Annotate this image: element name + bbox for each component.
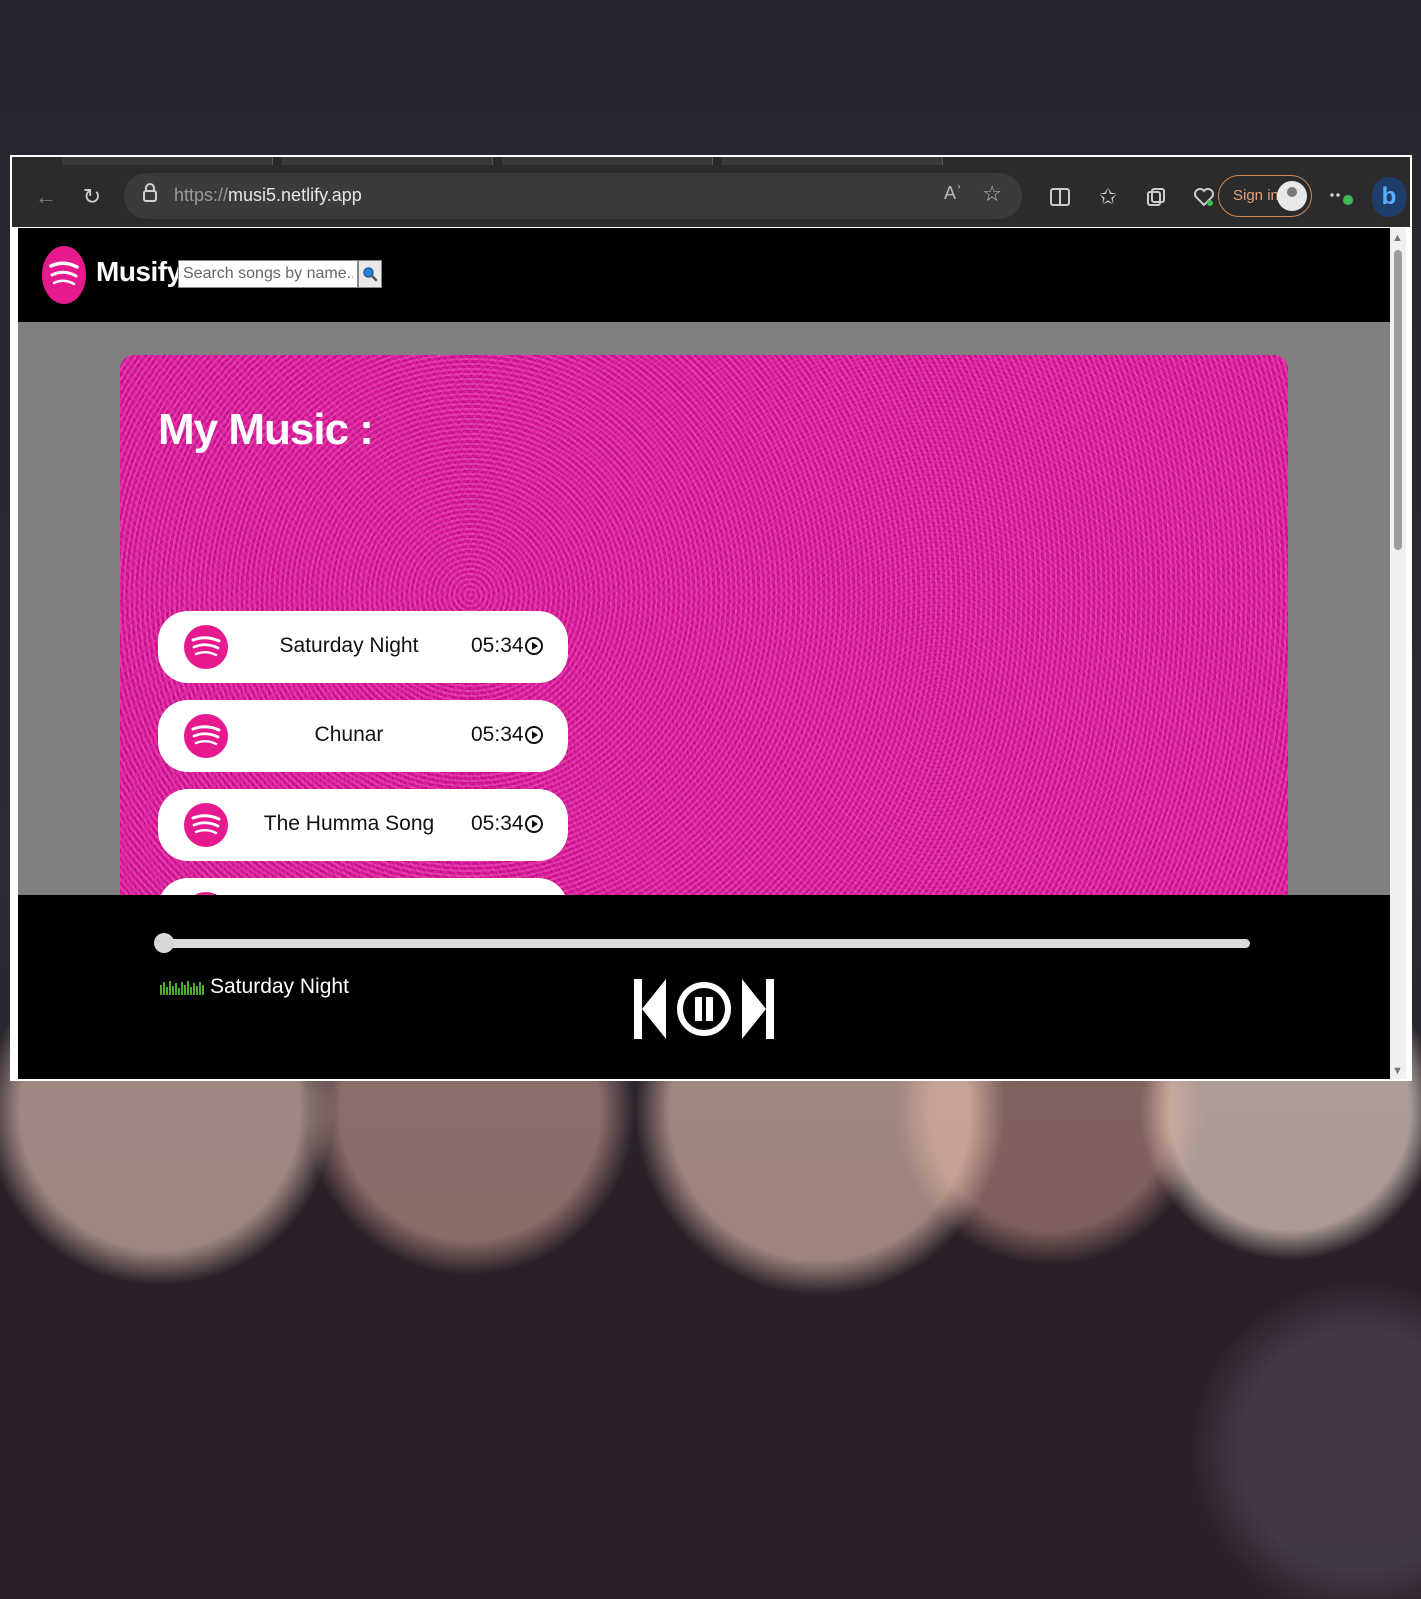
- song-item[interactable]: Chunar 05:34: [158, 700, 568, 772]
- tab[interactable]: [722, 157, 943, 165]
- next-icon: [742, 979, 774, 1039]
- scroll-up-icon[interactable]: ▲: [1392, 232, 1403, 244]
- play-circle-icon[interactable]: [524, 725, 544, 745]
- spotify-logo-icon: [184, 803, 228, 847]
- next-button[interactable]: [740, 977, 776, 1041]
- favorites-icon[interactable]: ✩: [1090, 179, 1126, 215]
- progress-handle[interactable]: [154, 933, 174, 953]
- address-bar[interactable]: https://musi5.netlify.app Aʾ ☆: [124, 173, 1022, 219]
- bing-icon[interactable]: b: [1372, 177, 1406, 217]
- page-title: My Music :: [158, 405, 374, 454]
- browser-essentials-icon[interactable]: [1186, 179, 1222, 215]
- pause-button[interactable]: [676, 977, 732, 1041]
- sign-in-label: Sign in: [1233, 187, 1279, 204]
- sign-in-button[interactable]: Sign in: [1218, 175, 1312, 217]
- song-item[interactable]: Saturday Night 05:34: [158, 611, 568, 683]
- song-duration: 05:34: [471, 723, 524, 746]
- now-playing-title: Saturday Night: [210, 975, 349, 998]
- tab[interactable]: [282, 157, 493, 165]
- url-protocol: https://: [174, 185, 229, 205]
- favorite-star-icon[interactable]: ☆: [982, 181, 1002, 207]
- url-host: musi5.netlify.app: [228, 185, 362, 205]
- refresh-icon[interactable]: ↻: [74, 179, 110, 215]
- scroll-down-icon[interactable]: ▼: [1392, 1065, 1403, 1077]
- spotify-logo-icon: [184, 714, 228, 758]
- song-title: Saturday Night: [279, 634, 419, 657]
- app-navbar: Musify: [18, 228, 1390, 322]
- spotify-logo-icon: [184, 625, 228, 669]
- lock-icon[interactable]: [142, 183, 158, 208]
- tab-strip: [12, 157, 1410, 167]
- scrollbar-thumb[interactable]: [1394, 250, 1402, 550]
- read-aloud-icon[interactable]: Aʾ: [944, 183, 962, 204]
- search-icon: [363, 267, 378, 282]
- progress-track[interactable]: [156, 939, 1250, 948]
- avatar: [1277, 181, 1307, 211]
- pause-icon: [677, 982, 731, 1036]
- song-title: The Humma Song: [263, 812, 435, 835]
- search-input[interactable]: [178, 260, 358, 288]
- play-circle-icon[interactable]: [524, 636, 544, 656]
- page-scrollbar[interactable]: ▲ ▼: [1390, 228, 1406, 1079]
- browser-toolbar: ← ↻ https://musi5.netlify.app Aʾ ☆ ✩ Sig…: [12, 167, 1410, 227]
- play-circle-icon[interactable]: [524, 814, 544, 834]
- collections-icon[interactable]: [1138, 179, 1174, 215]
- brand-name[interactable]: Musify: [96, 256, 182, 288]
- url-text[interactable]: https://musi5.netlify.app: [174, 185, 362, 206]
- more-icon[interactable]: [1324, 179, 1360, 215]
- playback-controls: [632, 977, 776, 1041]
- tab[interactable]: [62, 157, 273, 165]
- search-button[interactable]: [358, 260, 382, 288]
- song-duration: 05:34: [471, 634, 524, 657]
- back-icon[interactable]: ←: [28, 179, 64, 215]
- page-viewport: Musify My Music : Saturday Night 05:34 C…: [18, 228, 1390, 1079]
- song-item[interactable]: The Humma Song 05:34: [158, 789, 568, 861]
- now-playing: Saturday Night: [160, 975, 349, 999]
- spotify-logo-icon[interactable]: [42, 246, 86, 304]
- split-screen-icon[interactable]: [1042, 179, 1078, 215]
- previous-icon: [634, 979, 666, 1039]
- previous-button[interactable]: [632, 977, 668, 1041]
- browser-window: ← ↻ https://musi5.netlify.app Aʾ ☆ ✩ Sig…: [10, 155, 1412, 1081]
- tab[interactable]: [502, 157, 713, 165]
- equalizer-icon: [160, 981, 204, 995]
- music-panel: My Music : Saturday Night 05:34 Chunar 0…: [120, 355, 1288, 955]
- song-title: Chunar: [314, 723, 384, 746]
- player-bar: Saturday Night: [18, 895, 1390, 1079]
- song-duration: 05:34: [471, 812, 524, 835]
